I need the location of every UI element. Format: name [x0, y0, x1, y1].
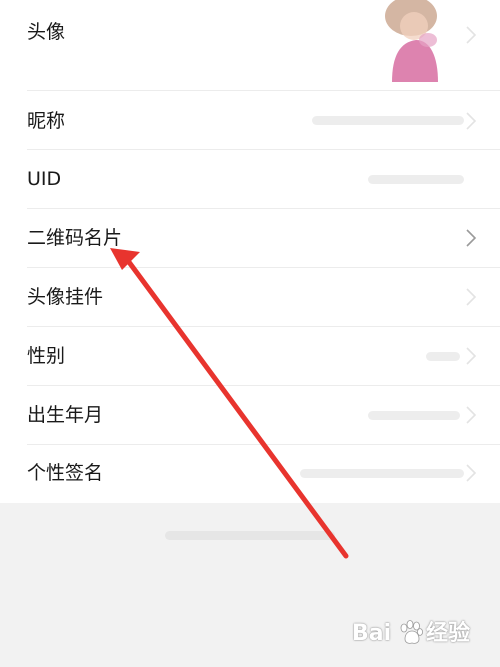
- profile-settings-list: 头像 昵称 UID 二维码名片 头像挂件 性别 出生年月 个性签名: [0, 0, 500, 503]
- qrcode-row[interactable]: 二维码名片: [0, 209, 500, 268]
- nickname-row[interactable]: 昵称: [0, 91, 500, 150]
- gender-label: 性别: [27, 345, 66, 367]
- birthday-label: 出生年月: [27, 404, 104, 426]
- nickname-value-blurred: [312, 116, 464, 125]
- chevron-right-icon: [466, 406, 477, 424]
- baidu-watermark: Bai 经验: [352, 614, 482, 654]
- chevron-right-icon: [466, 347, 477, 365]
- signature-label: 个性签名: [27, 462, 104, 484]
- pendant-label: 头像挂件: [27, 286, 104, 308]
- signature-row[interactable]: 个性签名: [0, 445, 500, 503]
- baidu-paw-icon: [400, 620, 423, 644]
- watermark-text-right: 经验: [426, 621, 471, 646]
- chevron-right-icon: [466, 229, 477, 247]
- birthday-row[interactable]: 出生年月: [0, 386, 500, 445]
- uid-value-blurred: [368, 175, 464, 184]
- chevron-right-icon: [466, 112, 477, 130]
- birthday-value-blurred: [368, 411, 460, 420]
- qrcode-label: 二维码名片: [27, 227, 123, 249]
- pendant-row[interactable]: 头像挂件: [0, 268, 500, 327]
- signature-value-blurred: [300, 469, 464, 478]
- avatar-image[interactable]: [378, 0, 444, 82]
- avatar-row[interactable]: 头像: [0, 0, 500, 91]
- gender-value-blurred: [426, 352, 460, 361]
- chevron-right-icon: [466, 288, 477, 306]
- uid-label: UID: [27, 168, 62, 190]
- nickname-label: 昵称: [27, 110, 66, 132]
- chevron-right-icon: [466, 26, 477, 44]
- avatar-label: 头像: [27, 21, 66, 43]
- profile-settings-screen: 头像 昵称 UID 二维码名片 头像挂件 性别 出生年月 个性签名 Bai 经验: [0, 0, 500, 667]
- watermark-text-left: Bai: [352, 621, 392, 646]
- footer-note-blurred: [165, 531, 335, 540]
- chevron-right-icon: [466, 464, 477, 482]
- gender-row[interactable]: 性别: [0, 327, 500, 386]
- uid-row: UID: [0, 150, 500, 209]
